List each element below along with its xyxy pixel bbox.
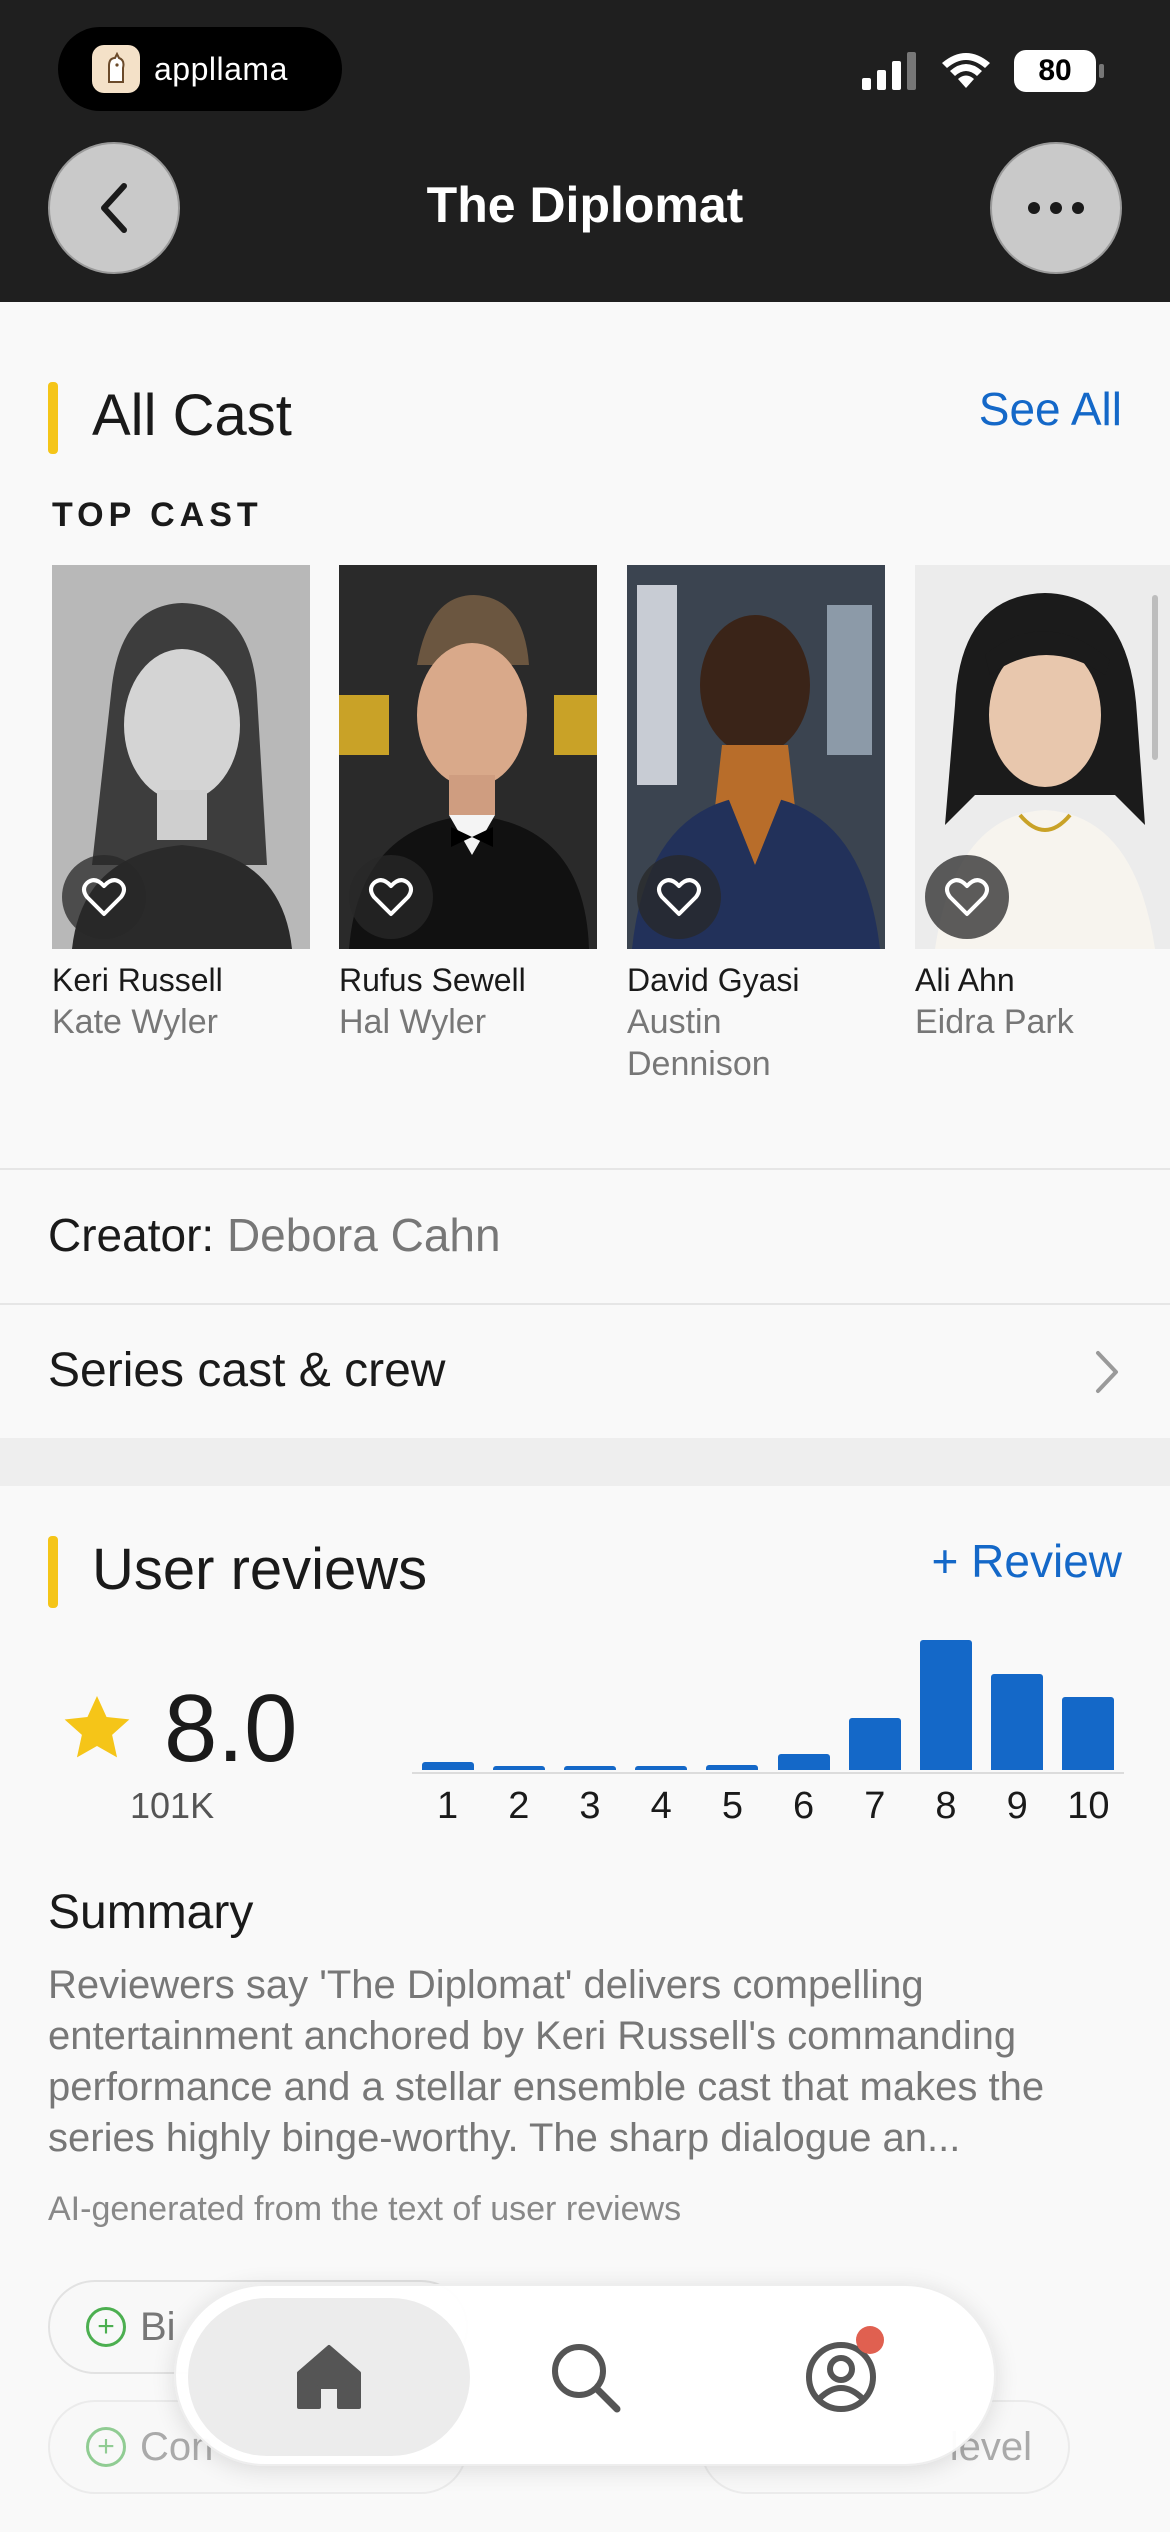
horizontal-scrollbar[interactable] (1152, 595, 1158, 760)
actor-photo[interactable] (627, 565, 885, 949)
cast-card[interactable]: Keri Russell Kate Wyler (52, 565, 310, 1043)
battery-level: 80 (1038, 54, 1072, 87)
section-gap (0, 1438, 1170, 1486)
divider (0, 1303, 1170, 1305)
actor-name: Keri Russell (52, 962, 223, 998)
heart-icon (82, 878, 126, 916)
favorite-button[interactable] (637, 855, 721, 939)
histogram-bar (635, 1766, 688, 1770)
histogram-bar (848, 1718, 901, 1770)
add-review-link[interactable]: + Review (932, 1534, 1122, 1588)
series-cast-crew-link[interactable]: Series cast & crew (48, 1343, 445, 1398)
heart-icon (369, 878, 413, 916)
notification-badge (856, 2326, 884, 2354)
cast-card[interactable]: Rufus Sewell Hal Wyler (339, 565, 597, 1043)
search-icon (552, 2344, 621, 2413)
favorite-button[interactable] (925, 855, 1009, 939)
status-bar-indicators: 80 (862, 50, 1104, 92)
cast-card[interactable]: David Gyasi Austin Dennison (627, 565, 885, 1085)
vote-count: 101K (130, 1785, 215, 1826)
actor-name: Ali Ahn (915, 962, 1015, 998)
summary-text[interactable]: Reviewers say 'The Diplomat' delivers co… (48, 1960, 1128, 2164)
creator-name[interactable]: Debora Cahn (227, 1209, 501, 1261)
see-all-link[interactable]: See All (979, 382, 1122, 436)
cast-section-title: All Cast (92, 383, 292, 448)
section-accent-bar (48, 1536, 58, 1608)
histogram-tick-label: 6 (793, 1785, 815, 1827)
home-tab[interactable] (284, 2332, 374, 2422)
section-accent-bar (48, 382, 58, 454)
histogram-tick-label: 1 (437, 1785, 459, 1827)
histogram-tick-label: 7 (864, 1785, 886, 1827)
wifi-icon (942, 53, 990, 88)
battery-indicator: 80 (1014, 50, 1104, 92)
histogram-bar (492, 1766, 545, 1770)
character-name: Eidra Park (915, 1003, 1074, 1041)
histogram-tick-label: 8 (935, 1785, 957, 1827)
search-tab[interactable] (540, 2332, 630, 2422)
histogram-bar (920, 1640, 972, 1770)
home-icon (297, 2345, 361, 2409)
histogram-tick-label: 2 (508, 1785, 530, 1827)
summary-heading: Summary (48, 1886, 254, 1939)
rating-value: 8.0 (164, 1675, 298, 1782)
ellipsis-icon (1028, 202, 1084, 214)
ai-generated-note: AI-generated from the text of user revie… (48, 2190, 682, 2228)
more-options-button[interactable] (990, 142, 1122, 274)
reviews-section-title: User reviews (92, 1537, 428, 1602)
favorite-button[interactable] (62, 855, 146, 939)
creator-row: Creator: Debora Cahn (48, 1208, 501, 1262)
histogram-tick-label: 3 (579, 1785, 601, 1827)
cast-card[interactable]: Ali Ahn Eidra Park (915, 565, 1170, 1043)
rating-histogram (412, 1640, 1124, 1770)
histogram-bar (991, 1673, 1044, 1770)
app-name: appllama (154, 50, 288, 87)
actor-photo[interactable] (52, 565, 310, 949)
heart-icon (657, 878, 701, 916)
cellular-signal-icon (862, 52, 916, 90)
divider (0, 1168, 1170, 1170)
llama-logo-icon (92, 45, 140, 93)
histogram-tick-label: 10 (1067, 1785, 1110, 1827)
plus-circle-icon: + (86, 2427, 126, 2467)
histogram-tick-label: 9 (1006, 1785, 1028, 1827)
histogram-bar (421, 1762, 474, 1770)
top-header: appllama 80 The Diplomat (0, 0, 1170, 302)
actor-name: David Gyasi (627, 962, 800, 998)
histogram-bar (564, 1766, 616, 1770)
character-name: Austin Dennison (627, 1003, 771, 1083)
top-cast-label: TOP CAST (52, 496, 263, 534)
character-name: Hal Wyler (339, 1003, 487, 1041)
app-badge[interactable]: appllama (58, 27, 342, 111)
histogram-baseline (412, 1772, 1124, 1774)
actor-photo[interactable] (915, 565, 1170, 949)
histogram-bar (777, 1754, 830, 1770)
chip-label: Bi (140, 2304, 176, 2349)
histogram-bar (706, 1764, 759, 1770)
plus-circle-icon: + (86, 2307, 126, 2347)
heart-icon (945, 878, 989, 916)
average-rating: 8.0 (60, 1674, 297, 1784)
character-name: Kate Wyler (52, 1003, 218, 1041)
creator-label: Creator: (48, 1209, 215, 1261)
favorite-button[interactable] (349, 855, 433, 939)
profile-tab[interactable] (796, 2326, 886, 2422)
histogram-bar (1062, 1697, 1115, 1770)
actor-name: Rufus Sewell (339, 962, 526, 998)
actor-photo[interactable] (339, 565, 597, 949)
histogram-tick-label: 5 (721, 1785, 743, 1827)
bottom-tab-bar (174, 2284, 996, 2466)
chevron-right-icon (1096, 1351, 1118, 1393)
histogram-tick-label: 4 (650, 1785, 672, 1827)
star-icon (64, 1696, 130, 1758)
